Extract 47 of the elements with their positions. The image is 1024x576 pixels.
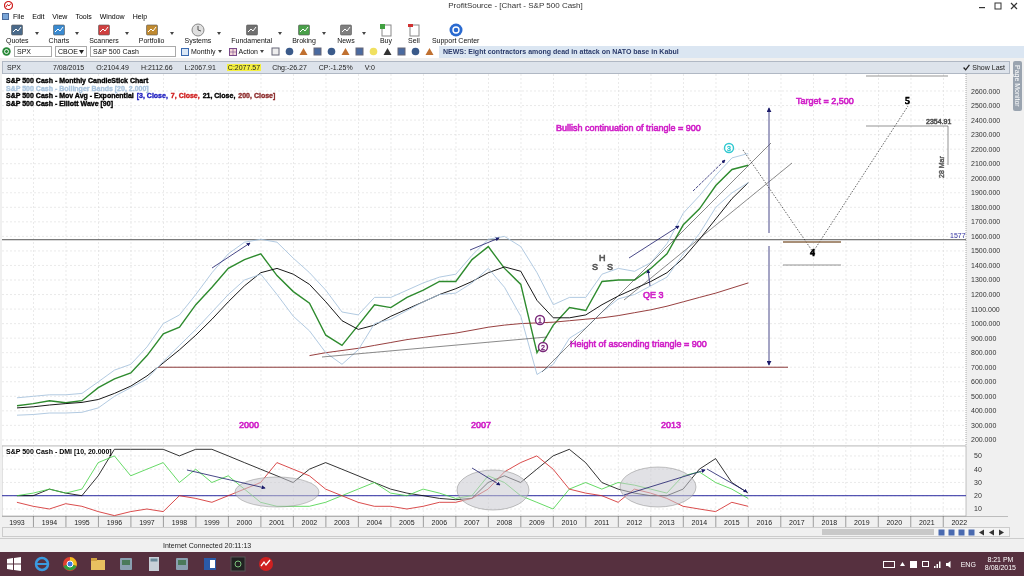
wave-label: 4 [810,247,815,258]
chart-annotation: S [607,262,613,272]
chart-annotation: QE 3 [643,290,664,300]
chart-annotation: 2013 [661,420,682,430]
document-icon [2,13,9,20]
caret-icon[interactable] [124,32,129,35]
maximize-icon[interactable] [994,1,1002,10]
caret-icon[interactable] [899,562,905,566]
calculator-icon[interactable] [146,556,162,572]
folder-icon[interactable] [90,556,106,572]
window-title: ProfitSource - [Chart - S&P 500 Cash] [448,0,583,11]
grid-icon [228,47,237,56]
app-icon[interactable] [174,556,190,572]
caret-icon [260,50,264,53]
caret-icon[interactable] [321,32,326,35]
caret-icon [217,50,222,53]
speaker-icon[interactable] [945,560,953,568]
clock-icon [190,22,205,37]
caret-icon[interactable] [170,32,175,35]
caret-icon[interactable] [75,32,80,35]
chart-annotation: Bullish continuation of triangle = 900 [556,123,701,133]
page-icon[interactable] [271,47,280,56]
chart-annotation: 2007 [471,420,492,430]
app-icon[interactable] [230,556,246,572]
go-icon[interactable] [2,47,11,56]
start-icon[interactable] [6,556,22,572]
check-icon [963,64,971,71]
close-icon[interactable] [1010,1,1018,10]
chart-annotation: S [592,262,598,272]
caret-icon[interactable] [361,32,366,35]
chart-app-icon[interactable] [258,556,274,572]
chart-annotation: Height of ascending triangle = 900 [570,339,707,349]
caret-icon[interactable] [34,32,39,35]
browser-icon[interactable] [62,556,78,572]
chart-annotation: H [599,253,606,263]
chart-annotation: Target = 2,500 [796,96,854,106]
chart-annotation: 2000 [239,420,260,430]
wave-label: 5 [905,95,910,106]
caret-icon[interactable] [278,32,283,35]
calendar-icon [181,47,189,56]
scrollbar[interactable] [3,528,934,536]
signal-icon[interactable] [933,560,941,568]
keyboard-icon[interactable] [882,560,895,568]
app-icon[interactable] [118,556,134,572]
document-icon[interactable] [202,556,218,572]
caret-icon [79,49,84,54]
caret-icon[interactable] [217,32,222,35]
